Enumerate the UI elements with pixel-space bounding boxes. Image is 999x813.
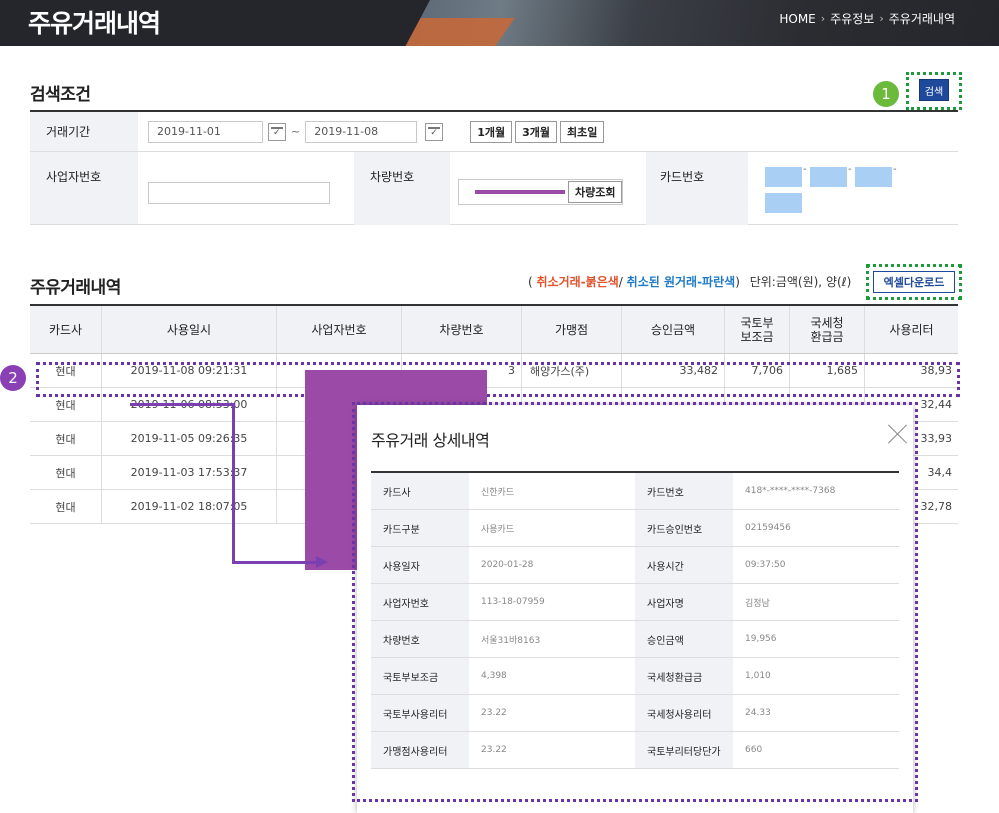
date-range-separator: ~ bbox=[291, 125, 301, 138]
col-merchant: 가맹점 bbox=[522, 306, 622, 353]
arrow-line bbox=[232, 561, 318, 564]
col-liters: 사용리터 bbox=[889, 322, 934, 337]
cell-datetime: 2019-11-05 09:26:35 bbox=[102, 422, 277, 455]
card-dash: - bbox=[893, 164, 897, 175]
vehicle-lookup-button[interactable]: 차량조회 bbox=[568, 181, 623, 203]
cell-datetime: 2019-11-02 18:07:05 bbox=[102, 490, 277, 523]
period-label: 거래기간 bbox=[30, 112, 138, 151]
page-header: 주유거래내역 HOME › 주유정보 › 주유거래내역 bbox=[0, 0, 999, 46]
legend-paren: ( bbox=[528, 275, 533, 289]
card-number-label: 카드번호 bbox=[646, 152, 748, 225]
range-1month-button[interactable]: 1개월 bbox=[470, 120, 513, 143]
excel-download-button[interactable]: 엑셀다운로드 bbox=[873, 271, 955, 293]
callout-badge-2: 2 bbox=[0, 365, 26, 391]
cell-datetime: 2019-11-03 17:53:37 bbox=[102, 456, 277, 489]
card-number-field-4[interactable] bbox=[765, 193, 802, 213]
cell-card: 현대 bbox=[30, 422, 102, 455]
page-title: 주유거래내역 bbox=[28, 9, 161, 38]
calendar-icon[interactable] bbox=[268, 122, 286, 141]
highlight-first-row bbox=[36, 362, 960, 397]
filter-row: 사업자번호 차량번호 차량조회 카드번호 bbox=[30, 152, 958, 225]
legend-paren: ) bbox=[735, 275, 740, 289]
breadcrumb: HOME › 주유정보 › 주유거래내역 bbox=[779, 10, 955, 27]
biz-number-input[interactable] bbox=[148, 182, 330, 204]
vehicle-redaction-bar bbox=[475, 190, 565, 194]
card-number-field-2[interactable] bbox=[810, 167, 847, 187]
arrow-line bbox=[232, 403, 235, 563]
col-biz-number: 사업자번호 bbox=[277, 306, 402, 353]
card-dash: - bbox=[848, 164, 852, 175]
card-dash: - bbox=[803, 164, 807, 175]
legend-cancelled: 취소거래-붉은색 bbox=[536, 275, 619, 289]
card-number-field-1[interactable] bbox=[765, 167, 802, 187]
unit-note: 단위:금액(원), 양(ℓ) bbox=[749, 275, 852, 289]
card-number-field-3[interactable] bbox=[855, 167, 892, 187]
legend-text: ( 취소거래-붉은색/ 취소된 원거래-파란색) 단위:금액(원), 양(ℓ) bbox=[528, 273, 851, 290]
col-vehicle-number: 차량번호 bbox=[402, 306, 522, 353]
highlight-detail-modal bbox=[352, 402, 918, 802]
col-datetime: 사용일시 bbox=[102, 306, 277, 353]
filter-controls: 차량번호 차량조회 카드번호 bbox=[138, 152, 958, 225]
legend-original-cancelled: 취소된 원거래-파란색 bbox=[626, 275, 736, 289]
arrow-line bbox=[130, 403, 234, 406]
results-section-title: 주유거래내역 bbox=[30, 278, 121, 298]
breadcrumb-fuel-info[interactable]: 주유정보 bbox=[830, 10, 874, 27]
period-row: 거래기간 2019-11-01 ~ 2019-11-08 1개월 3개월 최초일 bbox=[30, 112, 958, 152]
date-from-input[interactable]: 2019-11-01 bbox=[148, 120, 263, 143]
breadcrumb-chevron-icon: › bbox=[820, 12, 826, 25]
arrow-right-icon bbox=[316, 556, 328, 568]
period-controls: 2019-11-01 ~ 2019-11-08 1개월 3개월 최초일 bbox=[138, 112, 605, 151]
vehicle-number-label: 차량번호 bbox=[354, 152, 450, 225]
breadcrumb-current: 주유거래내역 bbox=[888, 12, 955, 26]
calendar-icon[interactable] bbox=[425, 122, 444, 141]
breadcrumb-home[interactable]: HOME bbox=[779, 12, 815, 26]
legend-slash: / bbox=[618, 275, 623, 289]
col-subsidy: 국토부 보조금 bbox=[725, 306, 790, 353]
range-3month-button[interactable]: 3개월 bbox=[515, 120, 558, 143]
col-approved-amount: 승인금액 bbox=[622, 306, 725, 353]
breadcrumb-chevron-icon: › bbox=[879, 12, 884, 25]
col-tax-refund: 국세청 환급금 bbox=[790, 306, 865, 353]
biz-number-label: 사업자번호 bbox=[30, 152, 138, 224]
search-button[interactable]: 검색 bbox=[919, 79, 949, 101]
col-card-company: 카드사 bbox=[30, 306, 102, 353]
cell-card: 현대 bbox=[30, 490, 102, 523]
search-section-title: 검색조건 bbox=[30, 85, 91, 105]
callout-badge-1: 1 bbox=[873, 81, 899, 107]
table-header-row: 카드사 사용일시 사업자번호 차량번호 가맹점 승인금액 국토부 보조금 국세청… bbox=[30, 306, 958, 354]
date-to-input[interactable]: 2019-11-08 bbox=[305, 120, 418, 143]
range-first-day-button[interactable]: 최초일 bbox=[560, 120, 605, 143]
cell-card: 현대 bbox=[30, 456, 102, 489]
